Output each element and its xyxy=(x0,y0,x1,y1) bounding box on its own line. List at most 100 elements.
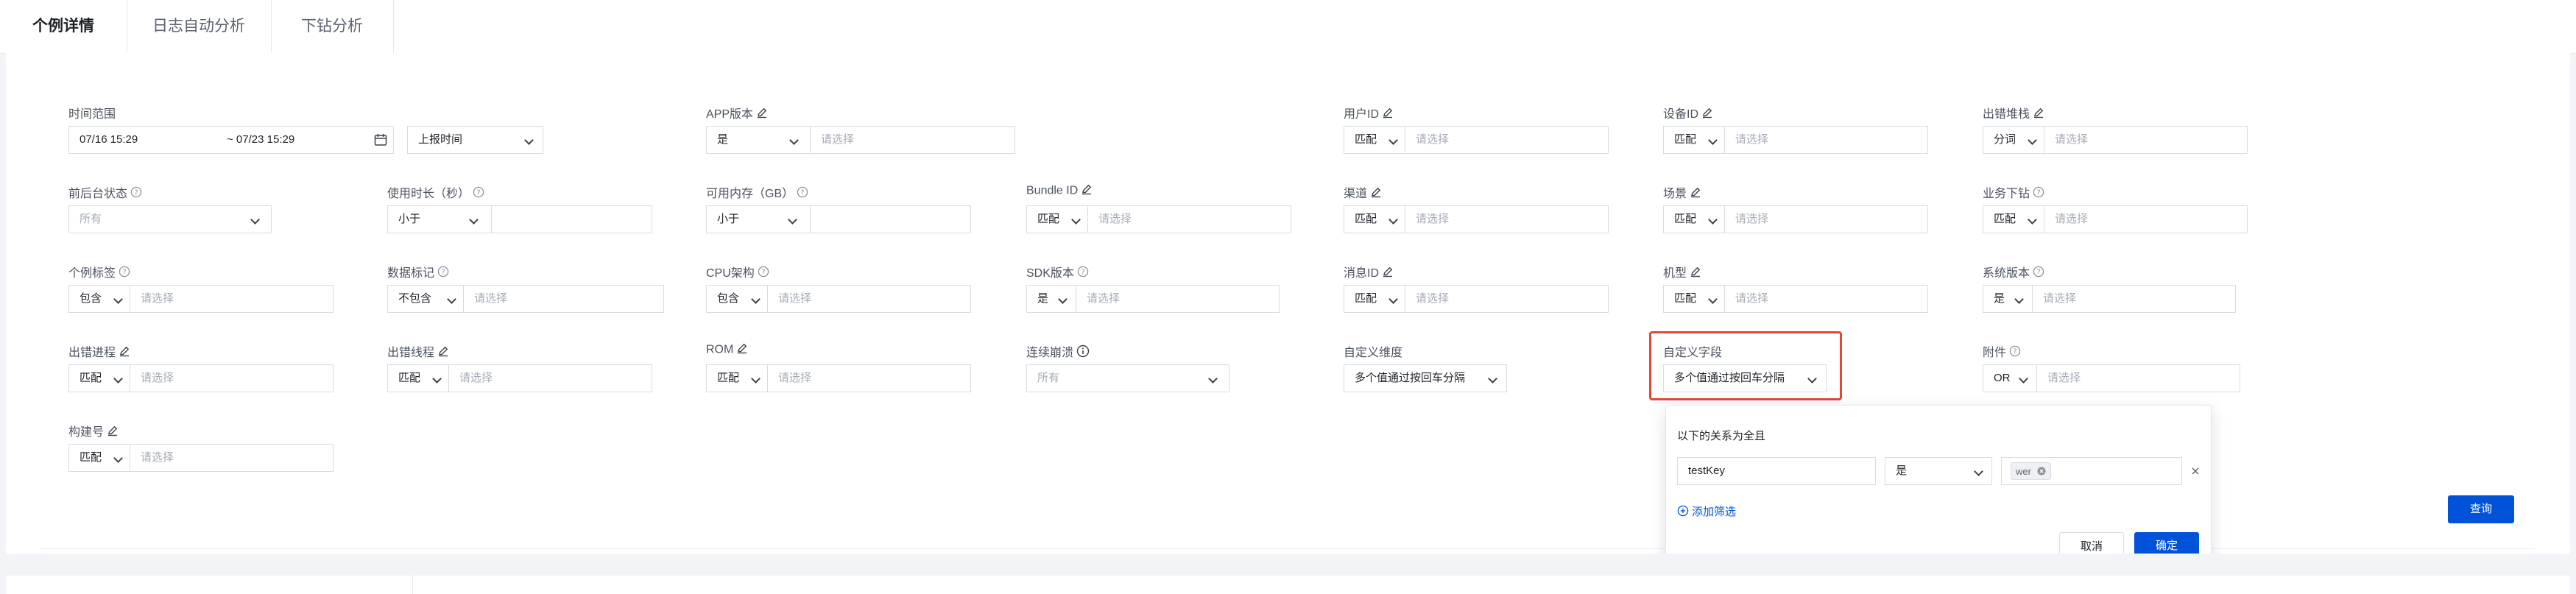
channel-field[interactable]: 匹配 请选择 xyxy=(1344,205,1609,233)
help-icon[interactable]: ? xyxy=(2033,266,2044,281)
cpu-arch-input[interactable]: 请选择 xyxy=(767,286,970,312)
date-end[interactable]: ~ 07/23 15:29 xyxy=(216,127,349,153)
label-rom: ROM xyxy=(706,342,748,358)
channel-input[interactable]: 请选择 xyxy=(1405,206,1608,233)
query-button[interactable]: 查询 xyxy=(2448,495,2514,523)
help-icon[interactable]: ? xyxy=(119,266,130,281)
device-model-input[interactable]: 请选择 xyxy=(1724,286,1927,312)
user-id-field[interactable]: 匹配 请选择 xyxy=(1344,126,1609,154)
popup-value-input[interactable]: wer xyxy=(2001,457,2182,485)
help-icon[interactable]: ? xyxy=(797,186,808,202)
cpu-arch-field[interactable]: 包含 请选择 xyxy=(706,285,971,313)
attachment-input[interactable]: 请选择 xyxy=(2036,365,2240,392)
help-icon[interactable]: ? xyxy=(437,266,449,281)
help-icon[interactable]: ? xyxy=(473,186,484,202)
rom-field[interactable]: 匹配 请选择 xyxy=(706,364,971,392)
help-icon[interactable]: ? xyxy=(2033,186,2044,202)
case-tag-input[interactable]: 请选择 xyxy=(130,286,333,312)
edit-icon[interactable] xyxy=(107,425,119,440)
tag-close-icon[interactable] xyxy=(2037,464,2046,481)
fg-bg-state-select[interactable]: 所有 xyxy=(68,205,272,233)
usage-duration-input[interactable] xyxy=(491,206,652,233)
label-message-id: 消息ID xyxy=(1344,263,1394,281)
bundle-id-field[interactable]: 匹配 请选择 xyxy=(1026,205,1291,233)
edit-icon[interactable] xyxy=(1382,107,1394,122)
bundle-id-input[interactable]: 请选择 xyxy=(1087,206,1291,233)
business-drilldown-field[interactable]: 匹配 请选择 xyxy=(1983,205,2248,233)
tab-case-detail[interactable]: 个例详情 xyxy=(0,0,127,53)
edit-icon[interactable] xyxy=(1690,266,1701,281)
case-tag-field[interactable]: 包含 请选择 xyxy=(68,285,334,313)
scene-field[interactable]: 匹配 请选择 xyxy=(1663,205,1928,233)
sdk-version-field[interactable]: 是 请选择 xyxy=(1026,285,1280,313)
label-device-id: 设备ID xyxy=(1663,104,1713,122)
help-icon[interactable]: ? xyxy=(758,266,769,281)
label-case-tag: 个例标签? xyxy=(68,263,130,281)
scene-input[interactable]: 请选择 xyxy=(1724,206,1927,233)
popup-op-select[interactable]: 是 xyxy=(1885,457,1992,485)
build-number-field[interactable]: 匹配 请选择 xyxy=(68,444,334,472)
usage-duration-field[interactable]: 小于 xyxy=(387,205,652,233)
help-icon[interactable]: ? xyxy=(1077,266,1089,281)
continuous-crash-select[interactable]: 所有 xyxy=(1026,364,1229,392)
date-range-picker[interactable]: 07/16 15:29 ~ 07/23 15:29 xyxy=(68,126,394,154)
edit-icon[interactable] xyxy=(437,345,449,361)
sdk-version-input[interactable]: 请选择 xyxy=(1076,286,1279,312)
data-mark-input[interactable]: 请选择 xyxy=(463,286,663,312)
error-thread-field[interactable]: 匹配 请选择 xyxy=(387,364,652,392)
edit-icon[interactable] xyxy=(1081,183,1093,199)
edit-icon[interactable] xyxy=(119,345,130,361)
available-memory-input[interactable] xyxy=(810,206,970,233)
device-model-field[interactable]: 匹配 请选择 xyxy=(1663,285,1928,313)
error-process-field[interactable]: 匹配 请选择 xyxy=(68,364,334,392)
device-id-field[interactable]: 匹配 请选择 xyxy=(1663,126,1928,154)
help-icon[interactable]: ? xyxy=(2009,345,2021,361)
user-id-input[interactable]: 请选择 xyxy=(1405,127,1608,153)
time-type-select[interactable]: 上报时间 xyxy=(407,126,543,154)
label-custom-dimension: 自定义维度 xyxy=(1344,347,1403,359)
add-filter-link[interactable]: 添加筛选 xyxy=(1677,503,1736,520)
edit-icon[interactable] xyxy=(1690,186,1701,202)
calendar-icon[interactable] xyxy=(374,133,387,150)
error-thread-input[interactable]: 请选择 xyxy=(448,365,652,392)
tab-log-analysis[interactable]: 日志自动分析 xyxy=(127,0,272,53)
os-version-input[interactable]: 请选择 xyxy=(2032,286,2235,312)
edit-icon[interactable] xyxy=(2033,107,2044,122)
data-mark-field[interactable]: 不包含 请选择 xyxy=(387,285,664,313)
label-app-version: APP版本 xyxy=(706,104,768,122)
help-icon[interactable]: ? xyxy=(130,186,142,202)
message-id-field[interactable]: 匹配 请选择 xyxy=(1344,285,1609,313)
label-data-mark: 数据标记? xyxy=(387,263,449,281)
edit-icon[interactable] xyxy=(736,342,748,358)
custom-dimension-select[interactable]: 多个值通过按回车分隔 xyxy=(1344,364,1507,392)
edit-icon[interactable] xyxy=(1370,186,1382,202)
label-continuous-crash: 连续崩溃 xyxy=(1026,342,1090,361)
label-available-memory: 可用内存（GB）? xyxy=(706,183,808,202)
svg-text:?: ? xyxy=(122,269,126,277)
info-icon[interactable] xyxy=(1076,344,1090,361)
chevron-down-icon xyxy=(1974,467,1983,476)
available-memory-field[interactable]: 小于 xyxy=(706,205,971,233)
error-stack-input[interactable]: 请选择 xyxy=(2044,127,2247,153)
edit-icon[interactable] xyxy=(756,107,768,122)
edit-icon[interactable] xyxy=(1382,266,1394,281)
device-id-input[interactable]: 请选择 xyxy=(1724,127,1927,153)
os-version-op[interactable]: 是 xyxy=(1983,286,2032,312)
message-id-input[interactable]: 请选择 xyxy=(1405,286,1608,312)
edit-icon[interactable] xyxy=(1701,107,1713,122)
date-start[interactable]: 07/16 15:29 xyxy=(69,127,216,153)
sdk-version-op[interactable]: 是 xyxy=(1027,286,1076,312)
rom-input[interactable]: 请选择 xyxy=(767,365,970,392)
app-version-field[interactable]: 是 请选择 xyxy=(706,126,1015,154)
build-number-input[interactable]: 请选择 xyxy=(130,445,333,471)
error-stack-field[interactable]: 分词 请选择 xyxy=(1983,126,2248,154)
label-fg-bg-state: 前后台状态? xyxy=(68,183,142,202)
error-process-input[interactable]: 请选择 xyxy=(130,365,333,392)
remove-condition-icon[interactable] xyxy=(2190,466,2201,480)
business-drilldown-input[interactable]: 请选择 xyxy=(2044,206,2247,233)
app-version-input[interactable]: 请选择 xyxy=(810,127,1014,153)
popup-key-input[interactable]: testKey xyxy=(1677,457,1876,485)
os-version-field[interactable]: 是 请选择 xyxy=(1983,285,2236,313)
tab-drilldown[interactable]: 下钻分析 xyxy=(271,0,394,53)
attachment-field[interactable]: OR 请选择 xyxy=(1983,364,2240,392)
